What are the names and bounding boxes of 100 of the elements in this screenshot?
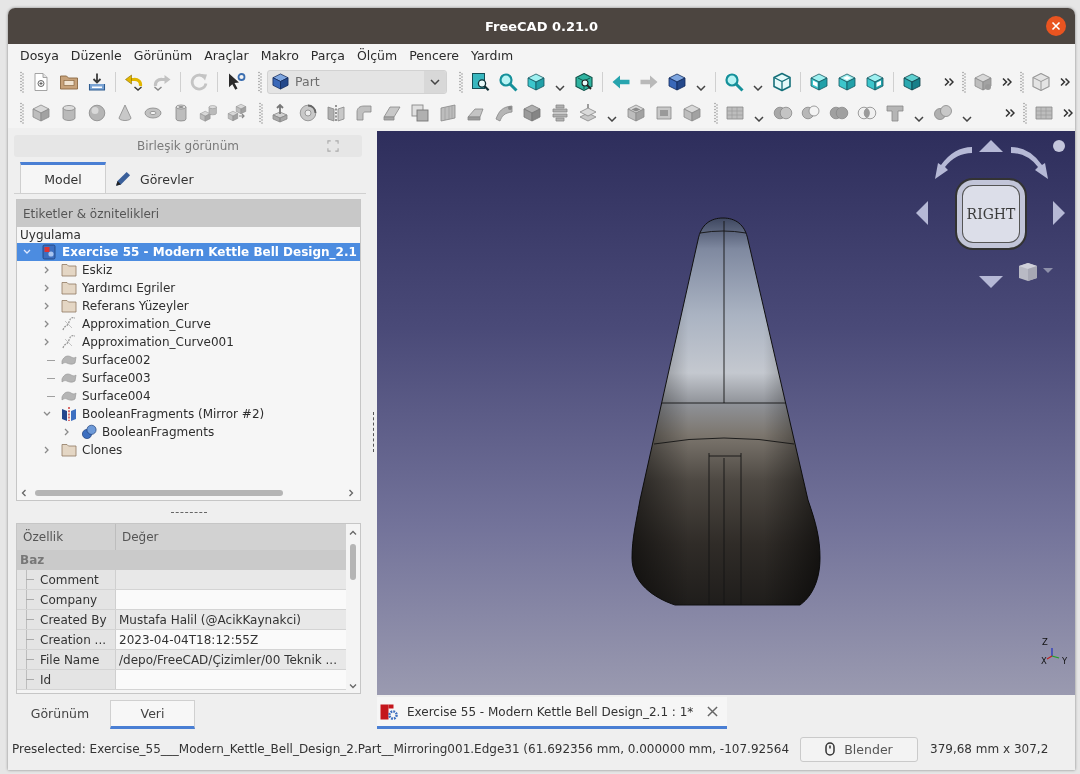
menu-item[interactable]: Dosya	[20, 47, 59, 63]
panel-icon[interactable]	[438, 102, 458, 123]
tree-item[interactable]: Surface003	[17, 369, 360, 387]
arrow-left-icon[interactable]	[916, 201, 928, 225]
t-shape-icon[interactable]	[885, 102, 905, 123]
tab[interactable]: Veri	[110, 700, 195, 729]
arrow-right-icon[interactable]	[1053, 201, 1065, 225]
caret-icon[interactable]	[607, 115, 617, 122]
menu-item[interactable]: Pencere	[409, 47, 460, 63]
cube-icon[interactable]	[667, 71, 687, 92]
mirror-icon[interactable]	[326, 102, 346, 123]
double-chevron-icon[interactable]	[1002, 76, 1012, 87]
caret-icon[interactable]	[555, 84, 565, 91]
chevron-right-icon[interactable]	[43, 446, 51, 454]
grip-icon[interactable]	[1020, 70, 1024, 93]
block-arrow-icon[interactable]	[270, 102, 290, 123]
curved-arrow-icon[interactable]	[934, 147, 972, 179]
tree-item[interactable]: Approximation_Curve001	[17, 333, 360, 351]
grip-icon[interactable]	[1023, 101, 1027, 124]
sphere-icon[interactable]	[87, 102, 107, 123]
layers-icon[interactable]	[578, 102, 598, 123]
scrollbar-thumb[interactable]	[35, 490, 283, 496]
menu-item[interactable]: Parça	[310, 47, 345, 63]
chevron-down-icon[interactable]	[349, 683, 357, 689]
cube-icon[interactable]	[865, 71, 885, 92]
property-row[interactable]: Company	[17, 590, 346, 610]
caret-icon[interactable]	[754, 115, 764, 122]
arrow-down-icon[interactable]	[979, 276, 1003, 288]
overlapping-circles-icon[interactable]	[933, 102, 953, 123]
tree-item[interactable]: Referans Yüzeyler	[17, 297, 360, 315]
tab[interactable]: Model	[20, 162, 106, 193]
menu-item[interactable]: Makro	[260, 47, 299, 63]
cube-magnifier-icon[interactable]	[574, 71, 594, 92]
tab[interactable]: Görünüm	[10, 700, 110, 729]
menu-item[interactable]: Araçlar	[204, 47, 249, 63]
property-row[interactable]: Created By Mustafa Halil (@AcikKaynakci)	[17, 610, 346, 630]
property-row[interactable]: Creation ... 2023-04-04T18:12:55Z	[17, 630, 346, 650]
navigation-style-button[interactable]: Blender	[800, 736, 918, 762]
close-icon[interactable]	[707, 706, 718, 717]
chevron-down-icon[interactable]	[43, 410, 51, 418]
tree-item[interactable]: Eskiz	[17, 261, 360, 279]
workbench-dropdown[interactable]: Part	[267, 69, 447, 94]
curved-arrow-icon[interactable]	[1011, 147, 1049, 179]
tree-item[interactable]: Surface004	[17, 387, 360, 405]
undo-icon[interactable]	[124, 71, 144, 92]
caret-icon[interactable]	[962, 115, 972, 122]
chevron-right-icon[interactable]	[63, 428, 71, 436]
column-header[interactable]: Değer	[116, 524, 346, 550]
grip-icon[interactable]	[258, 70, 262, 93]
cylinder-icon[interactable]	[59, 102, 79, 123]
property-row[interactable]: File Name /depo/FreeCAD/Çizimler/00 Teknik ...	[17, 650, 346, 670]
chevron-right-icon[interactable]	[348, 489, 354, 497]
tree-item[interactable]: BooleanFragments (Mirror #2)	[17, 405, 360, 423]
grip-icon[interactable]	[259, 101, 263, 124]
ring-icon[interactable]	[298, 102, 318, 123]
view-cube[interactable]: RIGHT	[955, 178, 1027, 250]
zoom-icon[interactable]	[498, 71, 518, 92]
caret-icon[interactable]	[696, 84, 706, 91]
shapes-icon[interactable]	[199, 102, 219, 123]
save-icon[interactable]	[87, 71, 107, 92]
cursor-icon[interactable]	[226, 71, 246, 92]
new-document-icon[interactable]	[31, 71, 51, 92]
chevron-right-icon[interactable]	[43, 338, 51, 346]
cube-icon[interactable]	[809, 71, 829, 92]
hollow-cube-icon[interactable]	[626, 102, 646, 123]
menu-item[interactable]: Yardım	[471, 47, 514, 63]
menu-item[interactable]: Ölçüm	[356, 47, 398, 63]
tab[interactable]: Exercise 55 - Modern Kettle Bell Design_2.1 : 1*	[377, 697, 727, 729]
zoom-icon[interactable]	[724, 71, 744, 92]
chevron-right-icon[interactable]	[43, 320, 51, 328]
column-header[interactable]: Etiketler & öznitelikleri	[17, 200, 360, 227]
curved-panel-icon[interactable]	[494, 102, 514, 123]
double-chevron-icon[interactable]	[1063, 107, 1073, 118]
squares-icon[interactable]	[410, 102, 430, 123]
scrollbar-thumb[interactable]	[350, 544, 356, 580]
cube-icon[interactable]	[902, 71, 922, 92]
caret-icon[interactable]	[753, 84, 763, 91]
tree-item[interactable]: Approximation_Curve	[17, 315, 360, 333]
menu-item[interactable]: Görünüm	[133, 47, 193, 63]
grip-icon[interactable]	[459, 70, 463, 93]
chevron-up-icon[interactable]	[349, 530, 357, 536]
tree-item[interactable]: Yardımcı Egriler	[17, 279, 360, 297]
property-row[interactable]: Comment	[17, 570, 346, 590]
chevron-right-icon[interactable]	[43, 302, 51, 310]
tree-item[interactable]: Clones	[17, 441, 360, 459]
tree-item[interactable]: BooleanFragments	[17, 423, 360, 441]
grip-icon[interactable]	[20, 70, 24, 93]
property-row[interactable]: Id	[17, 670, 346, 690]
chevron-down-icon[interactable]	[23, 248, 31, 256]
close-icon[interactable]	[1046, 16, 1066, 36]
chevron-left-icon[interactable]	[21, 489, 27, 497]
tab[interactable]: Görevler	[106, 162, 200, 193]
arrow-up-icon[interactable]	[979, 140, 1003, 152]
curved-edge-icon[interactable]	[354, 102, 374, 123]
tree-item[interactable]: Surface002	[17, 351, 360, 369]
cube-icon[interactable]	[1018, 262, 1038, 282]
shapes-icon[interactable]	[227, 102, 247, 123]
cube-icon[interactable]	[526, 71, 546, 92]
cube-icon[interactable]	[837, 71, 857, 92]
menu-item[interactable]: Düzenle	[70, 47, 122, 63]
